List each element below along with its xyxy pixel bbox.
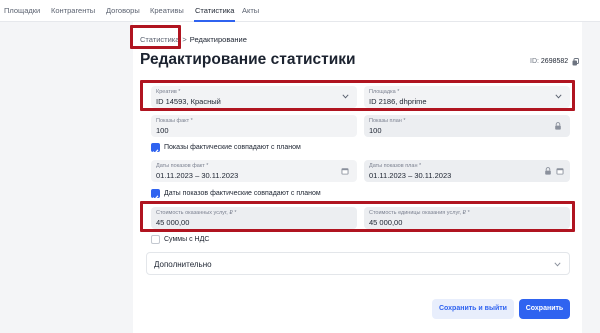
record-id: ID: 2698582 xyxy=(530,58,568,65)
vat-label: Суммы с НДС xyxy=(164,236,210,243)
calendar-icon xyxy=(556,168,564,175)
impressions-plan-label: Показы план * xyxy=(369,118,406,124)
lock-icon xyxy=(545,167,551,175)
chevron-down-icon xyxy=(554,262,561,267)
creative-select-value: ID 14593, Красный xyxy=(156,97,221,106)
dates-plan-input: Даты показов план * 01.11.2023 – 30.11.2… xyxy=(364,160,570,182)
impressions-fact-input[interactable]: Показы факт * 100 xyxy=(151,115,357,137)
nav-item-creatives[interactable]: Креативы xyxy=(150,6,184,15)
top-navigation: Площадки Контрагенты Договоры Креативы С… xyxy=(0,0,600,22)
dates-plan-label: Даты показов план * xyxy=(369,163,422,169)
dates-match-label: Даты показов фактические совпадают с пла… xyxy=(164,190,321,197)
page-title: Редактирование статистики xyxy=(140,51,356,68)
save-and-exit-button[interactable]: Сохранить и выйти xyxy=(432,299,514,319)
impressions-plan-value: 100 xyxy=(369,126,382,135)
creative-select[interactable]: Креатив * ID 14593, Красный xyxy=(151,86,357,108)
additional-accordion-label: Дополнительно xyxy=(154,260,212,269)
impressions-match-checkbox[interactable] xyxy=(151,143,160,155)
save-button[interactable]: Сохранить xyxy=(519,299,570,319)
impressions-fact-value: 100 xyxy=(156,126,169,135)
vat-checkbox[interactable] xyxy=(151,235,160,244)
nav-item-statistics[interactable]: Статистика xyxy=(195,6,234,15)
record-id-label: ID: xyxy=(530,58,539,65)
dates-fact-input[interactable]: Даты показов факт * 01.11.2023 – 30.11.2… xyxy=(151,160,357,182)
calendar-icon[interactable] xyxy=(341,167,349,175)
breadcrumb-link-statistics[interactable]: Статистика xyxy=(140,35,179,44)
record-id-value: 2698582 xyxy=(540,58,569,65)
dates-plan-value: 01.11.2023 – 30.11.2023 xyxy=(369,171,452,180)
platform-select[interactable]: Площадка * ID 2186, dhprime xyxy=(364,86,570,108)
nav-item-platforms[interactable]: Площадки xyxy=(4,6,40,15)
dates-match-checkbox[interactable] xyxy=(151,189,160,201)
impressions-match-label: Показы фактические совпадают с планом xyxy=(164,144,301,151)
platform-select-value: ID 2186, dhprime xyxy=(369,97,427,106)
check-icon xyxy=(152,149,159,155)
check-icon xyxy=(152,195,159,201)
cost-services-label: Стоимость оказанных услуг, ₽ * xyxy=(156,210,237,216)
cost-unit-value: 45 000,00 xyxy=(369,218,403,227)
additional-accordion[interactable]: Дополнительно xyxy=(146,252,570,275)
impressions-fact-label: Показы факт * xyxy=(156,118,193,124)
copy-icon[interactable] xyxy=(572,58,579,66)
dates-fact-label: Даты показов факт * xyxy=(156,163,209,169)
impressions-plan-input: Показы план * 100 xyxy=(364,115,570,137)
breadcrumb-current: Редактирование xyxy=(189,35,247,44)
dates-fact-value: 01.11.2023 – 30.11.2023 xyxy=(156,171,239,180)
nav-item-acts[interactable]: Акты xyxy=(242,6,259,15)
cost-unit-input: Стоимость единицы оказания услуг, ₽ * 45… xyxy=(364,207,570,229)
chevron-down-icon xyxy=(342,94,349,99)
cost-services-input: Стоимость оказанных услуг, ₽ * 45 000,00 xyxy=(151,207,357,229)
nav-item-counterparties[interactable]: Контрагенты xyxy=(51,6,95,15)
breadcrumb-separator: > xyxy=(182,35,187,44)
chevron-down-icon xyxy=(555,94,562,99)
lock-icon xyxy=(555,122,561,130)
breadcrumb: Статистика > Редактирование xyxy=(140,35,247,44)
cost-unit-label: Стоимость единицы оказания услуг, ₽ * xyxy=(369,210,470,216)
cost-services-value: 45 000,00 xyxy=(156,218,190,227)
creative-select-label: Креатив * xyxy=(156,89,181,95)
nav-item-contracts[interactable]: Договоры xyxy=(106,6,140,15)
platform-select-label: Площадка * xyxy=(369,89,400,95)
